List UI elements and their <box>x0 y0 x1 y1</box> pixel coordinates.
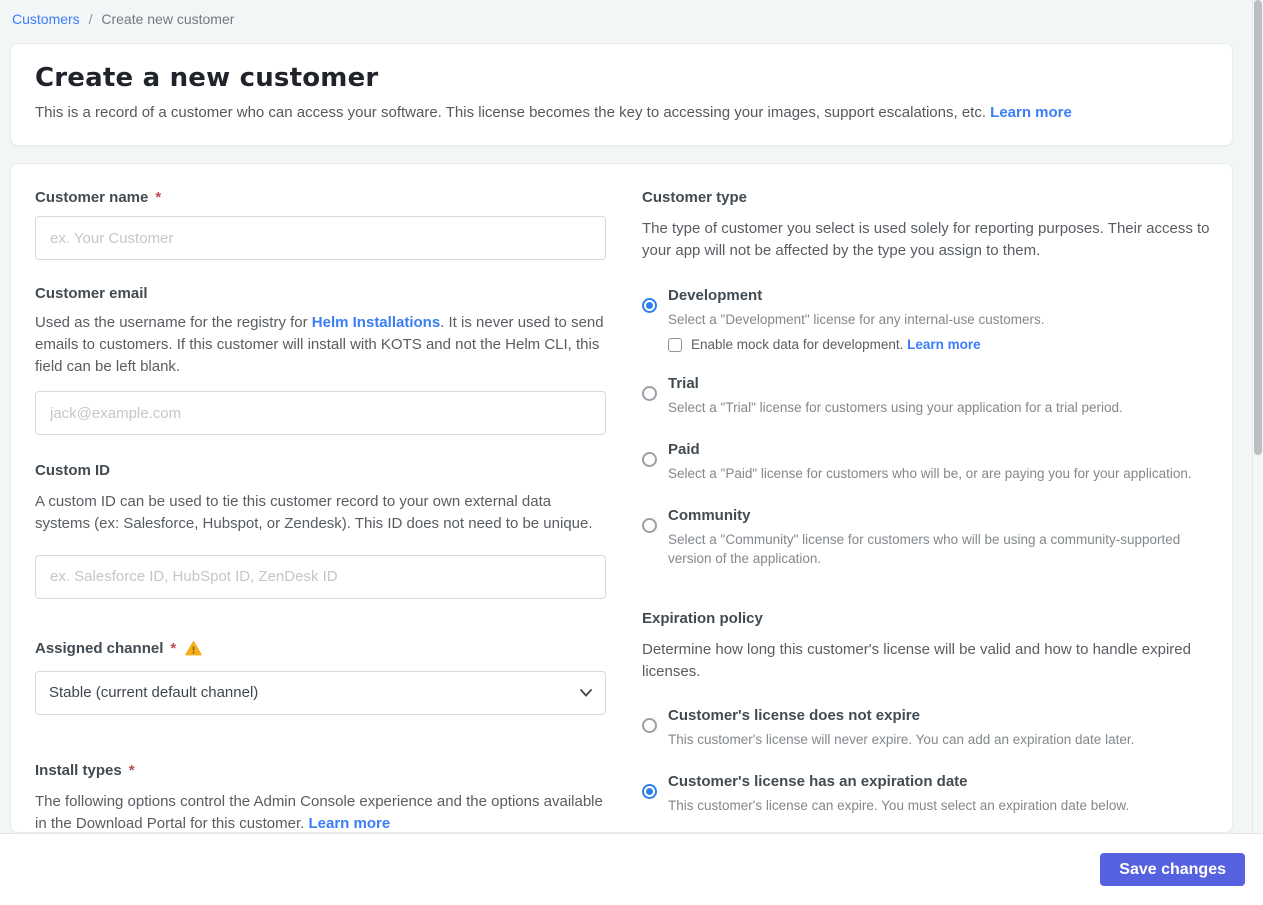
install-types-label: Install types * <box>35 761 135 779</box>
chevron-down-icon <box>580 688 592 697</box>
trial-radio[interactable] <box>642 386 657 402</box>
expiration-option-no-expire: Customer's license does not expire This … <box>642 706 1213 750</box>
breadcrumb: Customers / Create new customer <box>0 0 1263 29</box>
footer-action-bar: Save changes <box>0 833 1263 905</box>
mock-data-row: Enable mock data for development. Learn … <box>668 337 1045 352</box>
expiration-policy-label: Expiration policy <box>642 609 763 627</box>
assigned-channel-select[interactable]: Stable (current default channel) <box>35 670 606 715</box>
required-asterisk: * <box>155 189 162 206</box>
trial-description: Select a "Trial" license for customers u… <box>668 400 1123 416</box>
development-title: Development <box>668 286 763 304</box>
mock-data-checkbox[interactable] <box>668 337 682 352</box>
assigned-channel-selected-value: Stable (current default channel) <box>49 684 259 702</box>
required-asterisk: * <box>170 639 177 657</box>
paid-radio[interactable] <box>642 452 657 468</box>
has-expiration-description: This customer's license can expire. You … <box>668 798 1130 814</box>
customer-email-label: Customer email <box>35 285 148 302</box>
customer-type-option-development: Development Select a "Development" licen… <box>642 286 1213 352</box>
has-expiration-radio[interactable] <box>642 784 657 800</box>
customer-form-card: Customer name* Customer email Used as th… <box>10 163 1233 833</box>
community-radio[interactable] <box>642 518 657 534</box>
custom-id-label: Custom ID <box>35 462 110 480</box>
customer-name-label: Customer name * <box>35 189 162 206</box>
form-right-column: Customer type The type of customer you s… <box>642 188 1213 832</box>
expiration-policy-help: Determine how long this customer's licen… <box>642 640 1191 680</box>
breadcrumb-customers-link[interactable]: Customers <box>12 11 80 27</box>
customer-type-option-paid: Paid Select a "Paid" license for custome… <box>642 440 1213 484</box>
form-left-column: Customer name* Customer email Used as th… <box>35 188 606 832</box>
warning-icon <box>185 641 202 656</box>
no-expire-radio[interactable] <box>642 718 657 734</box>
has-expiration-title: Customer's license has an expiration dat… <box>668 773 968 791</box>
customer-email-help: Used as the username for the registry fo… <box>35 314 604 375</box>
page-title: Create a new customer <box>35 63 379 93</box>
header-learn-more-link[interactable]: Learn more <box>990 104 1072 121</box>
development-radio[interactable] <box>642 297 657 313</box>
mock-data-label: Enable mock data for development. Learn … <box>691 337 981 353</box>
scrollbar-thumb[interactable] <box>1254 0 1262 455</box>
custom-id-input[interactable] <box>35 554 606 599</box>
breadcrumb-current: Create new customer <box>101 11 235 27</box>
breadcrumb-separator: / <box>88 11 93 27</box>
install-types-learn-more-link[interactable]: Learn more <box>308 815 390 832</box>
community-description: Select a "Community" license for custome… <box>668 532 1181 567</box>
trial-title: Trial <box>668 375 699 393</box>
paid-description: Select a "Paid" license for customers wh… <box>668 466 1192 482</box>
install-types-help: The following options control the Admin … <box>35 792 603 832</box>
customer-type-help: The type of customer you select is used … <box>642 220 1210 259</box>
development-description: Select a "Development" license for any i… <box>668 311 1045 327</box>
save-changes-button[interactable]: Save changes <box>1100 853 1245 886</box>
scrollbar-track[interactable] <box>1252 0 1263 833</box>
customer-type-label: Customer type <box>642 189 748 206</box>
helm-installations-link[interactable]: Helm Installations <box>312 314 440 331</box>
customer-type-option-trial: Trial Select a "Trial" license for custo… <box>642 374 1213 418</box>
customer-name-input[interactable] <box>35 216 606 260</box>
no-expire-title: Customer's license does not expire <box>668 707 920 725</box>
community-title: Community <box>668 507 751 525</box>
no-expire-description: This customer's license will never expir… <box>668 732 1135 748</box>
customer-type-option-community: Community Select a "Community" license f… <box>642 506 1213 569</box>
custom-id-help: A custom ID can be used to tie this cust… <box>35 493 593 532</box>
customer-email-input[interactable] <box>35 391 606 436</box>
page-description: This is a record of a customer who can a… <box>35 104 1072 121</box>
mock-data-learn-more-link[interactable]: Learn more <box>907 337 981 352</box>
expiration-option-has-date: Customer's license has an expiration dat… <box>642 772 1213 816</box>
required-asterisk: * <box>128 761 135 779</box>
assigned-channel-label: Assigned channel * <box>35 639 606 659</box>
paid-title: Paid <box>668 441 700 459</box>
page-header-card: Create a new customer This is a record o… <box>10 43 1233 146</box>
